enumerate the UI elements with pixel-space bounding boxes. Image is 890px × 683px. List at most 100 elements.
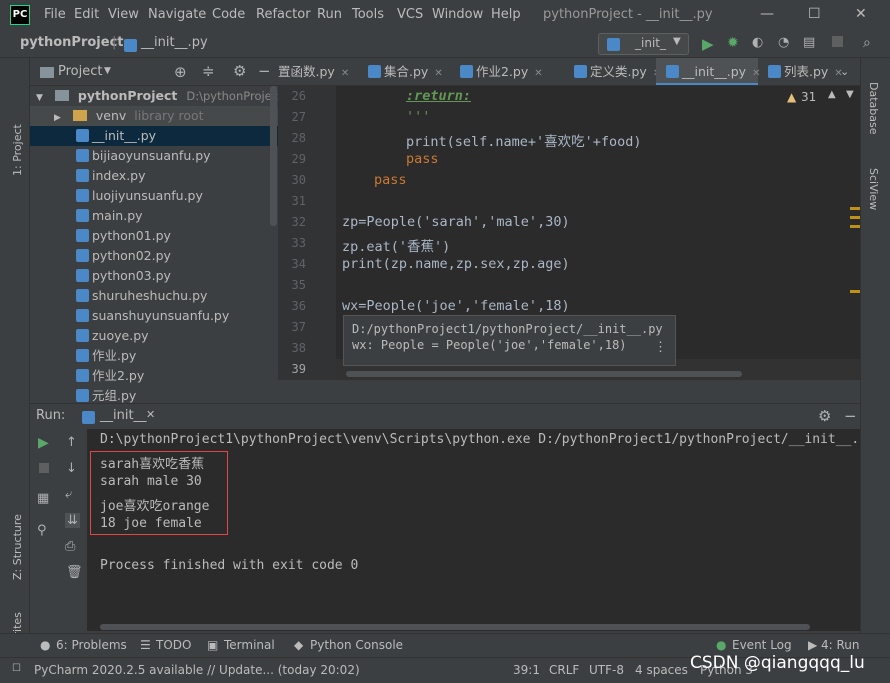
chevron-up-icon[interactable]: ▲ [828, 89, 836, 100]
menu-help[interactable]: Help [491, 7, 521, 22]
editor-tab[interactable]: 作业2.py ✕ [450, 58, 564, 85]
pin-icon[interactable]: ⚲ [37, 523, 47, 538]
coverage-icon[interactable]: ◐ [752, 35, 763, 50]
editor-tab[interactable]: 置函数.py ✕ [278, 58, 358, 85]
tree-venv[interactable]: ▶ venv library root [30, 106, 278, 126]
build-icon[interactable]: ▤ [803, 35, 815, 50]
python-file-icon [368, 65, 381, 78]
menu-code[interactable]: Code [212, 7, 245, 22]
tree-file-item[interactable]: index.py [30, 166, 278, 186]
editor-tab[interactable]: 集合.py ✕ [358, 58, 450, 85]
tree-file-item[interactable]: 作业.py [30, 346, 278, 366]
run-h-scrollbar[interactable] [100, 624, 810, 630]
scroll-to-end-icon[interactable]: ⇊ [65, 513, 80, 528]
menu-view[interactable]: View [108, 7, 139, 22]
run-config-select[interactable]: _init_ ▼ [598, 33, 689, 55]
code-line: zp=People('sarah','male',30) [342, 214, 570, 230]
close-button[interactable]: ✕ [855, 6, 867, 22]
stop-icon[interactable] [832, 36, 843, 47]
trash-icon[interactable]: 🗑 [66, 565, 83, 580]
maximize-button[interactable]: ☐ [808, 6, 821, 22]
tree-file-item[interactable]: python02.py [30, 246, 278, 266]
tree-file-item[interactable]: __init__.py [30, 126, 278, 146]
stop-icon[interactable] [39, 463, 49, 473]
profile-icon[interactable]: ◔ [778, 35, 789, 50]
tree-file-item[interactable]: 元组.py [30, 386, 278, 403]
indent-setting[interactable]: 4 spaces [635, 663, 688, 677]
chevron-down-icon[interactable]: ▼ [846, 89, 854, 100]
tree-file-item[interactable]: main.py [30, 206, 278, 226]
close-icon[interactable]: ✕ [146, 408, 155, 421]
hide-icon[interactable]: − [844, 407, 857, 425]
tree-file-item[interactable]: 作业2.py [30, 366, 278, 386]
gear-icon[interactable]: ⚙ [818, 407, 831, 425]
python-console-tab[interactable]: Python Console [310, 638, 403, 652]
editor-tab-label: 列表.py [784, 64, 829, 79]
tree-file-label: python03.py [92, 268, 171, 283]
line-separator[interactable]: CRLF [549, 663, 579, 677]
editor-h-scrollbar[interactable] [346, 371, 742, 377]
tree-root[interactable]: ▼ pythonProject D:\pythonProject1\ [30, 86, 278, 106]
run-tab[interactable]: __init__ [100, 408, 147, 423]
run-bottom-tab[interactable]: 4: Run [821, 638, 860, 652]
soft-wrap-icon[interactable]: ⤶ [65, 487, 72, 502]
tree-file-item[interactable]: python01.py [30, 226, 278, 246]
print-icon[interactable]: ⎙ [65, 539, 75, 554]
editor-tab[interactable]: __init__.py ✕ [656, 58, 760, 85]
tree-file-item[interactable]: luojiyunsuanfu.py [30, 186, 278, 206]
tree-scrollbar[interactable] [270, 86, 277, 226]
problems-tab[interactable]: 6: Problems [56, 638, 127, 652]
run-icon[interactable]: ▶ [702, 35, 714, 53]
watermark: CSDN @qiangqqq_lu [690, 653, 865, 673]
tree-file-item[interactable]: bijiaoyunsuanfu.py [30, 146, 278, 166]
breadcrumb-project[interactable]: pythonProject [20, 35, 124, 50]
menu-edit[interactable]: Edit [74, 7, 99, 22]
tree-file-item[interactable]: zuoye.py [30, 326, 278, 346]
more-options-icon[interactable]: ⋮ [654, 340, 667, 355]
terminal-tab[interactable]: Terminal [224, 638, 275, 652]
update-notice[interactable]: PyCharm 2020.2.5 available // Update... … [34, 663, 360, 677]
sciview-tool-label[interactable]: SciView [867, 168, 880, 210]
chevron-down-icon[interactable]: ▼ [104, 66, 111, 76]
tree-file-item[interactable]: python03.py [30, 266, 278, 286]
close-icon[interactable]: ✕ [341, 68, 349, 79]
editor-tab[interactable]: 列表.py ✕ [758, 58, 843, 85]
gear-icon[interactable]: ⚙ [233, 62, 246, 80]
chevron-down-icon[interactable]: ⌄ [840, 58, 849, 85]
menu-refactor[interactable]: Refactor [256, 7, 311, 22]
search-icon[interactable]: ⌕ [863, 35, 871, 51]
close-icon[interactable]: ✕ [434, 68, 442, 79]
project-panel-title[interactable]: Project [58, 64, 102, 79]
locate-icon[interactable]: ⊕ [174, 63, 187, 81]
menu-window[interactable]: Window [432, 7, 483, 22]
caret-position[interactable]: 39:1 [513, 663, 540, 677]
breadcrumb-file[interactable]: __init__.py [141, 35, 208, 50]
arrow-up-icon[interactable]: ↑ [66, 435, 77, 450]
close-icon[interactable]: ✕ [534, 68, 542, 79]
tree-file-item[interactable]: suanshuyunsuanfu.py [30, 306, 278, 326]
structure-tool-label[interactable]: Z: Structure [11, 514, 24, 580]
tree-file-label: 作业.py [92, 348, 137, 363]
database-tool-label[interactable]: Database [867, 82, 880, 135]
editor-tab[interactable]: 定义类.py✕ [564, 58, 661, 85]
todo-tab[interactable]: TODO [156, 638, 191, 652]
layout-icon[interactable]: ▦ [37, 491, 49, 506]
status-square-icon: ☐ [12, 663, 21, 674]
collapse-icon[interactable]: ≑ [202, 62, 215, 80]
event-log-tab[interactable]: Event Log [732, 638, 792, 652]
menu-tools[interactable]: Tools [352, 7, 384, 22]
minimize-button[interactable]: — [760, 6, 774, 22]
menu-vcs[interactable]: VCS [397, 7, 423, 22]
menu-navigate[interactable]: Navigate [148, 7, 206, 22]
rerun-icon[interactable]: ▶ [38, 435, 49, 451]
project-tool-label[interactable]: 1: Project [11, 124, 24, 176]
arrow-down-icon[interactable]: ↓ [66, 461, 77, 476]
menu-run[interactable]: Run [317, 7, 342, 22]
file-encoding[interactable]: UTF-8 [589, 663, 624, 677]
warning-count[interactable]: 31 [801, 90, 816, 104]
menu-file[interactable]: File [44, 7, 66, 22]
debug-icon[interactable]: ✹ [727, 35, 739, 51]
warning-icon[interactable]: ▲ [787, 90, 796, 104]
tree-file-item[interactable]: shuruheshuchu.py [30, 286, 278, 306]
hide-icon[interactable]: − [258, 62, 271, 80]
